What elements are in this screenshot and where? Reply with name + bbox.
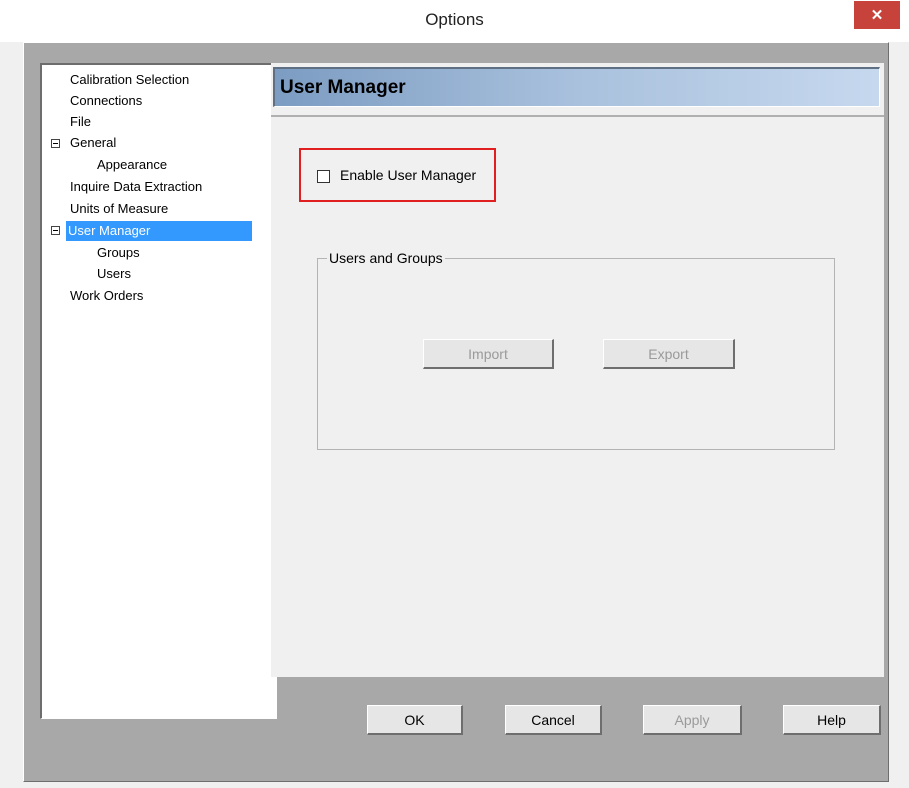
help-button[interactable]: Help [783, 705, 881, 735]
cancel-button[interactable]: Cancel [505, 705, 602, 735]
import-button[interactable]: Import [423, 339, 554, 369]
tree-item-units-of-measure[interactable]: Units of Measure [68, 199, 170, 219]
tree-item-inquire-data-extraction[interactable]: Inquire Data Extraction [68, 177, 204, 197]
tree-item-user-manager[interactable]: User Manager [66, 221, 252, 241]
tree-item-work-orders[interactable]: Work Orders [68, 286, 145, 306]
tree-item-users[interactable]: Users [95, 264, 133, 284]
panel-divider [271, 115, 884, 117]
users-and-groups-groupbox: Users and Groups Import Export [317, 250, 835, 450]
user-manager-panel: User Manager Enable User Manager Users a… [271, 63, 884, 677]
tree-item-appearance[interactable]: Appearance [95, 155, 169, 175]
title-bar: Options ✕ [0, 0, 909, 42]
options-tree[interactable]: Calibration Selection Connections File G… [40, 63, 277, 719]
collapse-user-manager-icon[interactable] [51, 226, 60, 235]
users-and-groups-legend: Users and Groups [327, 250, 445, 266]
enable-user-manager-checkbox[interactable] [317, 170, 330, 183]
tree-item-calibration-selection[interactable]: Calibration Selection [68, 70, 191, 90]
dialog-client-area: Calibration Selection Connections File G… [23, 42, 889, 782]
collapse-general-icon[interactable] [51, 139, 60, 148]
enable-user-manager-highlight: Enable User Manager [299, 148, 496, 202]
tree-item-general[interactable]: General [68, 133, 118, 153]
panel-title: User Manager [280, 77, 406, 98]
export-button[interactable]: Export [603, 339, 735, 369]
close-button[interactable]: ✕ [854, 1, 900, 29]
panel-header: User Manager [273, 67, 880, 107]
apply-button[interactable]: Apply [643, 705, 742, 735]
tree-item-file[interactable]: File [68, 112, 93, 132]
enable-user-manager-label[interactable]: Enable User Manager [340, 167, 476, 183]
tree-item-connections[interactable]: Connections [68, 91, 144, 111]
window-title: Options [425, 10, 484, 29]
ok-button[interactable]: OK [367, 705, 463, 735]
options-dialog: Options ✕ Calibration Selection Connecti… [0, 0, 909, 788]
close-icon: ✕ [870, 7, 884, 24]
tree-item-groups[interactable]: Groups [95, 243, 142, 263]
